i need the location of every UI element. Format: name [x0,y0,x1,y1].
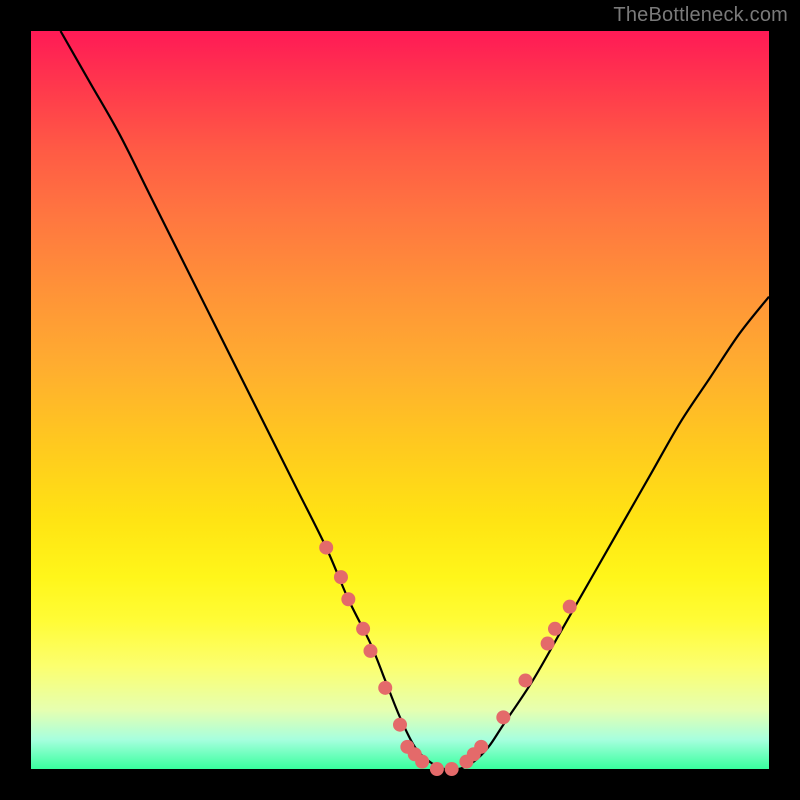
plot-area [31,31,769,769]
marker-dot [548,622,562,636]
marker-dot [356,622,370,636]
marker-dot [341,592,355,606]
marker-dot [430,762,444,776]
marker-dot [334,570,348,584]
marker-dot [518,673,532,687]
marker-dot [474,740,488,754]
chart-frame: TheBottleneck.com [0,0,800,800]
marker-dot [541,637,555,651]
marker-dot [363,644,377,658]
marker-group [319,541,577,776]
marker-dot [445,762,459,776]
marker-dot [393,718,407,732]
marker-dot [415,755,429,769]
marker-dot [378,681,392,695]
marker-dot [563,600,577,614]
chart-svg [31,31,769,769]
attribution-label: TheBottleneck.com [613,4,788,27]
marker-dot [319,541,333,555]
curve-path [61,31,769,770]
marker-dot [496,710,510,724]
